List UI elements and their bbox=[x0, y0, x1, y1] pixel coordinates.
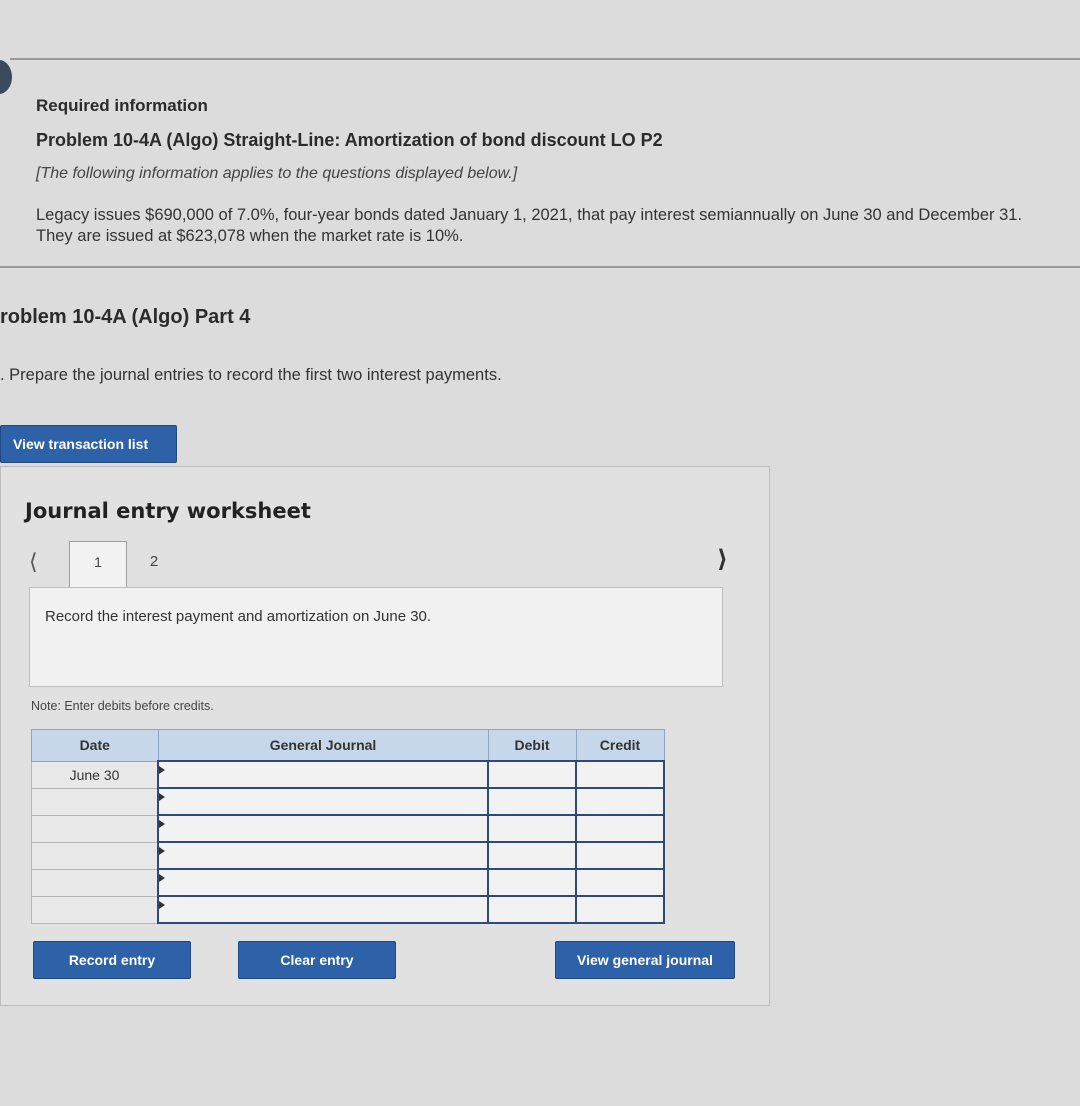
dropdown-caret-icon bbox=[159, 793, 165, 801]
date-cell[interactable] bbox=[31, 814, 159, 843]
clear-entry-button[interactable]: Clear entry bbox=[238, 941, 396, 979]
debit-input[interactable] bbox=[487, 787, 577, 816]
header-debit: Debit bbox=[487, 729, 577, 762]
debit-input[interactable] bbox=[487, 895, 577, 924]
credit-input[interactable] bbox=[575, 787, 665, 816]
header-date: Date bbox=[31, 729, 159, 762]
credit-input[interactable] bbox=[575, 814, 665, 843]
problem-description: Legacy issues $690,000 of 7.0%, four-yea… bbox=[36, 206, 1023, 245]
credit-input[interactable] bbox=[575, 868, 665, 897]
section-divider bbox=[0, 266, 1080, 268]
credit-input[interactable] bbox=[575, 895, 665, 924]
date-cell[interactable] bbox=[31, 895, 159, 924]
tab-entry-2[interactable]: 2 bbox=[129, 553, 179, 570]
table-row bbox=[31, 787, 665, 816]
table-row bbox=[31, 895, 665, 924]
date-cell[interactable] bbox=[31, 787, 159, 816]
entry-instruction-text: Record the interest payment and amortiza… bbox=[45, 608, 432, 625]
account-input[interactable] bbox=[157, 814, 489, 843]
view-general-journal-button[interactable]: View general journal bbox=[555, 941, 735, 979]
header-credit: Credit bbox=[575, 729, 665, 762]
dropdown-caret-icon bbox=[159, 766, 165, 774]
dropdown-caret-icon bbox=[159, 901, 165, 909]
table-row: June 30 bbox=[31, 760, 665, 789]
table-header-row: Date General Journal Debit Credit bbox=[31, 729, 665, 762]
dropdown-caret-icon bbox=[159, 847, 165, 855]
part-title: roblem 10-4A (Algo) Part 4 bbox=[0, 306, 251, 328]
debits-before-credits-note: Note: Enter debits before credits. bbox=[31, 699, 214, 713]
general-journal-table: Date General Journal Debit Credit June 3… bbox=[31, 729, 665, 924]
record-entry-button[interactable]: Record entry bbox=[33, 941, 191, 979]
chevron-right-icon[interactable]: ⟩ bbox=[717, 545, 728, 574]
account-input[interactable] bbox=[157, 760, 489, 789]
table-row bbox=[31, 841, 665, 870]
part-instruction: . Prepare the journal entries to record … bbox=[0, 366, 502, 384]
table-row bbox=[31, 814, 665, 843]
credit-input[interactable] bbox=[575, 760, 665, 789]
view-transaction-list-button[interactable]: View transaction list bbox=[0, 425, 177, 463]
tab-entry-1[interactable]: 1 bbox=[69, 541, 127, 589]
account-input[interactable] bbox=[157, 868, 489, 897]
debit-input[interactable] bbox=[487, 841, 577, 870]
entry-instruction-box: Record the interest payment and amortiza… bbox=[29, 587, 723, 687]
top-divider bbox=[10, 58, 1080, 60]
date-cell[interactable]: June 30 bbox=[31, 760, 159, 789]
debit-input[interactable] bbox=[487, 814, 577, 843]
dropdown-caret-icon bbox=[159, 874, 165, 882]
credit-input[interactable] bbox=[575, 841, 665, 870]
date-cell[interactable] bbox=[31, 841, 159, 870]
dropdown-caret-icon bbox=[159, 820, 165, 828]
chevron-left-icon[interactable]: ⟨ bbox=[29, 549, 38, 575]
table-row bbox=[31, 868, 665, 897]
required-heading: Required information bbox=[36, 96, 208, 115]
worksheet-title: Journal entry worksheet bbox=[25, 499, 311, 523]
journal-entry-worksheet: Journal entry worksheet ⟨ 1 2 ⟩ Record t… bbox=[0, 466, 770, 1006]
header-general-journal: General Journal bbox=[157, 729, 489, 762]
account-input[interactable] bbox=[157, 841, 489, 870]
account-input[interactable] bbox=[157, 787, 489, 816]
required-information: Required information Problem 10-4A (Algo… bbox=[36, 96, 1046, 247]
account-input[interactable] bbox=[157, 895, 489, 924]
date-cell[interactable] bbox=[31, 868, 159, 897]
applies-note: [The following information applies to th… bbox=[36, 165, 518, 182]
problem-title: Problem 10-4A (Algo) Straight-Line: Amor… bbox=[36, 130, 663, 150]
section-marker-dot bbox=[0, 60, 12, 94]
debit-input[interactable] bbox=[487, 760, 577, 789]
debit-input[interactable] bbox=[487, 868, 577, 897]
